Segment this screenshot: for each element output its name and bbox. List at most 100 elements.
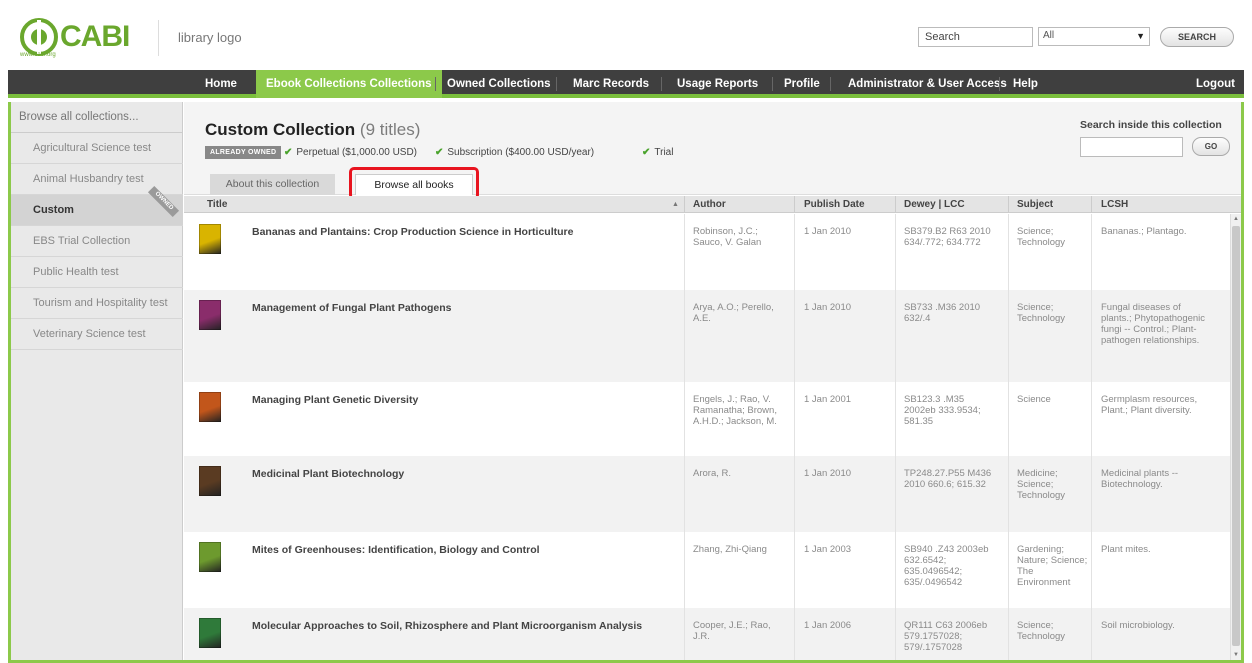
collection-header: Custom Collection (9 titles) ALREADY OWN…: [184, 102, 1241, 200]
book-author: Arora, R.: [693, 468, 732, 479]
book-lcsh: Plant mites.: [1101, 544, 1151, 555]
column-separator: [1091, 196, 1092, 213]
book-dewey-lcc: TP248.27.P55 M436 2010 660.6; 615.32: [904, 468, 992, 490]
column-header-lcsh[interactable]: LCSH: [1101, 196, 1128, 213]
main-nav: Home Ebook Collections Collections Owned…: [8, 70, 1244, 98]
search-scope-select[interactable]: All ▼: [1038, 27, 1150, 46]
scroll-down-arrow-icon[interactable]: ▼: [1231, 650, 1241, 660]
column-header-subject[interactable]: Subject: [1017, 196, 1053, 213]
nav-separator: [435, 77, 436, 91]
sidebar-item-ebs-trial[interactable]: EBS Trial Collection: [11, 226, 183, 257]
library-logo: library logo: [178, 30, 242, 45]
cabi-logo[interactable]: CABI: [20, 18, 130, 56]
book-lcsh: Medicinal plants -- Biotechnology.: [1101, 468, 1179, 490]
books-table-body: Bananas and Plantains: Crop Production S…: [184, 214, 1230, 660]
book-cover-image[interactable]: [199, 618, 221, 648]
nav-home[interactable]: Home: [195, 70, 247, 98]
column-header-title[interactable]: Title: [207, 196, 227, 213]
search-button[interactable]: SEARCH: [1160, 27, 1234, 47]
book-title-link[interactable]: Medicinal Plant Biotechnology: [252, 469, 404, 480]
license-label: Perpetual ($1,000.00 USD): [296, 147, 418, 158]
dropdown-arrow-icon: ▼: [1136, 31, 1145, 41]
nav-marc-records[interactable]: Marc Records: [563, 70, 659, 98]
table-row[interactable]: Molecular Approaches to Soil, Rhizospher…: [184, 608, 1230, 660]
book-dewey-lcc: SB123.3 .M35 2002eb 333.9534; 581.35: [904, 394, 981, 427]
book-title-link[interactable]: Molecular Approaches to Soil, Rhizospher…: [252, 621, 642, 632]
check-icon: ✔: [284, 147, 293, 158]
book-subject: Science; Technology: [1017, 226, 1066, 248]
table-row[interactable]: Mites of Greenhouses: Identification, Bi…: [184, 532, 1230, 608]
book-author: Robinson, J.C.; Sauco, V. Galan: [693, 226, 762, 248]
column-divider: [1008, 214, 1009, 660]
book-author: Arya, A.O.; Perello, A.E.: [693, 302, 774, 324]
logo-url: www.cabi.org: [20, 52, 56, 58]
book-dewey-lcc: SB733 .M36 2010 632/.4: [904, 302, 981, 324]
search-inside-label: Search inside this collection: [1080, 119, 1222, 131]
header: CABI www.cabi.org library logo Search Al…: [0, 0, 1252, 70]
search-inside-input[interactable]: [1080, 137, 1183, 157]
book-publish-date: 1 Jan 2010: [804, 226, 852, 237]
nav-usage-reports[interactable]: Usage Reports: [667, 70, 768, 98]
sort-arrow-icon[interactable]: ▲: [672, 196, 679, 213]
column-header-author[interactable]: Author: [693, 196, 726, 213]
book-lcsh: Soil microbiology.: [1101, 620, 1175, 631]
collection-title: Custom Collection (9 titles): [205, 120, 420, 140]
sidebar-browse-all[interactable]: Browse all collections...: [11, 102, 183, 133]
search-input[interactable]: Search: [918, 27, 1033, 47]
nav-owned-collections[interactable]: Owned Collections: [437, 70, 561, 98]
book-author: Cooper, J.E.; Rao, J.R.: [693, 620, 771, 642]
book-publish-date: 1 Jan 2001: [804, 394, 852, 405]
book-lcsh: Germplasm resources, Plant.; Plant diver…: [1101, 394, 1198, 416]
book-dewey-lcc: SB379.B2 R63 2010 634/.772; 634.772: [904, 226, 991, 248]
book-dewey-lcc: QR111 C63 2006eb 579.1757028; 579/.17570…: [904, 620, 988, 653]
nav-ebook-collections[interactable]: Ebook Collections Collections: [256, 70, 442, 98]
table-row[interactable]: Managing Plant Genetic Diversity Engels,…: [184, 382, 1230, 456]
nav-help[interactable]: Help: [1003, 70, 1048, 98]
book-subject: Science: [1017, 394, 1051, 405]
scroll-thumb[interactable]: [1232, 226, 1240, 646]
main-frame: Browse all collections... Agricultural S…: [8, 102, 1244, 663]
book-title-link[interactable]: Mites of Greenhouses: Identification, Bi…: [252, 545, 540, 556]
column-separator: [895, 196, 896, 213]
book-publish-date: 1 Jan 2006: [804, 620, 852, 631]
check-icon: ✔: [642, 147, 651, 158]
book-title-link[interactable]: Bananas and Plantains: Crop Production S…: [252, 227, 573, 238]
go-button[interactable]: GO: [1192, 137, 1230, 156]
book-cover-image[interactable]: [199, 542, 221, 572]
sidebar-item-veterinary-science[interactable]: Veterinary Science test: [11, 319, 183, 350]
column-divider: [1091, 214, 1092, 660]
nav-logout[interactable]: Logout: [1186, 70, 1245, 98]
book-title-link[interactable]: Management of Fungal Plant Pathogens: [252, 303, 452, 314]
license-subscription: ✔ Subscription ($400.00 USD/year): [435, 146, 594, 159]
column-header-publish-date[interactable]: Publish Date: [804, 196, 865, 213]
nav-profile[interactable]: Profile: [774, 70, 830, 98]
book-cover-image[interactable]: [199, 466, 221, 496]
sidebar-item-agricultural-science[interactable]: Agricultural Science test: [11, 133, 183, 164]
table-scrollbar[interactable]: ▲ ▼: [1230, 214, 1241, 660]
book-dewey-lcc: SB940 .Z43 2003eb 632.6542; 635.0496542;…: [904, 544, 989, 588]
collection-count: (9 titles): [359, 120, 421, 139]
cabi-logo-icon: [20, 18, 58, 56]
table-header: Title ▲ Author Publish Date Dewey | LCC …: [184, 196, 1241, 213]
book-title-link[interactable]: Managing Plant Genetic Diversity: [252, 395, 418, 406]
book-cover-image[interactable]: [199, 300, 221, 330]
sidebar-item-tourism-hospitality[interactable]: Tourism and Hospitality test: [11, 288, 183, 319]
nav-admin-user-access[interactable]: Administrator & User Access: [838, 70, 1017, 98]
license-label: Subscription ($400.00 USD/year): [447, 147, 595, 158]
search-scope-value: All: [1043, 30, 1055, 41]
book-subject: Science; Technology: [1017, 620, 1066, 642]
book-cover-image[interactable]: [199, 392, 221, 422]
license-trial: ✔ Trial: [642, 146, 673, 159]
column-header-dewey-lcc[interactable]: Dewey | LCC: [904, 196, 965, 213]
sidebar-item-public-health[interactable]: Public Health test: [11, 257, 183, 288]
table-row[interactable]: Bananas and Plantains: Crop Production S…: [184, 214, 1230, 290]
table-row[interactable]: Medicinal Plant Biotechnology Arora, R. …: [184, 456, 1230, 532]
table-row[interactable]: Management of Fungal Plant Pathogens Ary…: [184, 290, 1230, 382]
tab-about-collection[interactable]: About this collection: [210, 174, 335, 195]
nav-separator: [772, 77, 773, 91]
collections-sidebar: Browse all collections... Agricultural S…: [11, 102, 183, 660]
book-cover-image[interactable]: [199, 224, 221, 254]
sidebar-item-custom[interactable]: Custom OWNED: [11, 185, 183, 226]
scroll-up-arrow-icon[interactable]: ▲: [1231, 214, 1241, 224]
book-publish-date: 1 Jan 2010: [804, 468, 852, 479]
